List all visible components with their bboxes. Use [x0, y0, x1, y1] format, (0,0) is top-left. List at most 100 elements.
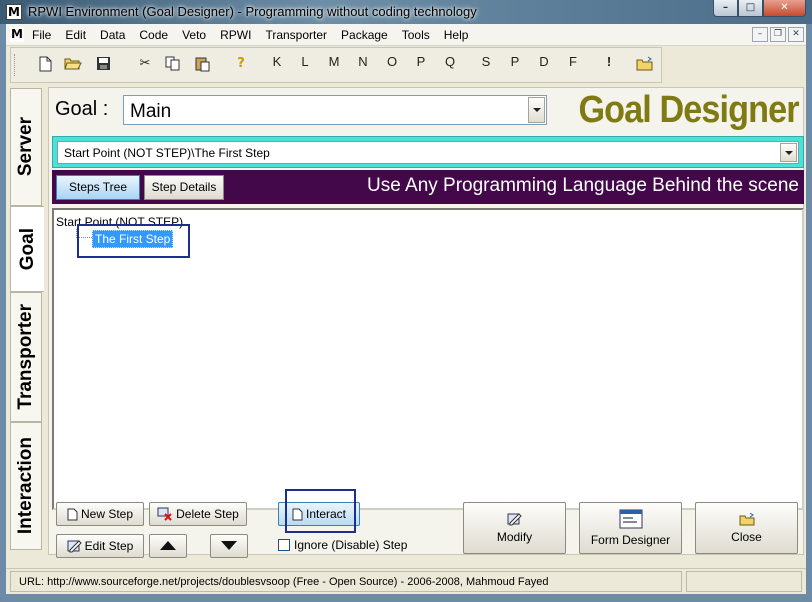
- menu-bar: M File Edit Data Code Veto RPWI Transpor…: [6, 24, 806, 46]
- path-bar: Start Point (NOT STEP)\The First Step: [52, 136, 804, 168]
- side-tab-goal-label: Goal: [16, 227, 38, 271]
- modify-icon: [507, 512, 522, 526]
- minimize-button[interactable]: –: [713, 0, 738, 17]
- status-bar: URL: http://www.sourceforge.net/projects…: [6, 568, 806, 594]
- new-step-label: New Step: [80, 507, 134, 521]
- mdi-restore-button[interactable]: ❐: [770, 27, 786, 42]
- side-tab-interaction[interactable]: Interaction: [10, 422, 42, 550]
- goal-dropdown-button[interactable]: [528, 97, 545, 123]
- status-text: URL: http://www.sourceforge.net/projects…: [19, 576, 549, 588]
- toolbar-letter-l[interactable]: L: [295, 54, 315, 74]
- side-tab-transporter-label: Transporter: [15, 304, 36, 410]
- form-designer-button[interactable]: Form Designer: [579, 502, 682, 554]
- new-step-button[interactable]: New Step: [56, 502, 144, 526]
- toolbar-grip[interactable]: [14, 54, 17, 76]
- copy-icon[interactable]: [163, 54, 183, 74]
- side-tab-server[interactable]: Server: [10, 88, 42, 206]
- help-icon[interactable]: ?: [231, 54, 251, 74]
- modify-label: Modify: [496, 530, 533, 544]
- maximize-button[interactable]: □: [738, 0, 763, 17]
- open-folder-icon[interactable]: [63, 54, 83, 74]
- tab-steps-tree[interactable]: Steps Tree: [56, 175, 140, 200]
- edit-step-button[interactable]: Edit Step: [56, 534, 144, 558]
- menu-help[interactable]: Help: [444, 28, 469, 42]
- toolbar-letter-o[interactable]: O: [382, 54, 402, 74]
- toolbar: ✂ ? K L M N O P Q S P D F !: [10, 47, 662, 83]
- close-window-button[interactable]: ✕: [763, 0, 806, 17]
- status-pane-secondary: [686, 571, 802, 592]
- toolbar-letter-f[interactable]: F: [563, 54, 583, 74]
- toolbar-letter-m[interactable]: M: [324, 54, 344, 74]
- tab-step-details[interactable]: Step Details: [144, 175, 224, 200]
- goal-label: Goal :: [55, 98, 109, 120]
- steps-tree[interactable]: Start Point (NOT STEP) The First Step: [52, 208, 804, 510]
- close-label: Close: [731, 529, 762, 544]
- toolbar-bang[interactable]: !: [599, 54, 619, 74]
- window-client: M File Edit Data Code Veto RPWI Transpor…: [6, 24, 806, 594]
- mdi-buttons: – ❐ ✕: [750, 27, 804, 42]
- move-down-button[interactable]: [210, 534, 248, 558]
- move-up-button[interactable]: [149, 534, 187, 558]
- toolbar-letter-n[interactable]: N: [353, 54, 373, 74]
- side-tab-server-label: Server: [15, 117, 36, 177]
- ignore-step-row[interactable]: Ignore (Disable) Step: [278, 538, 407, 552]
- open-folder-arrow-icon: [739, 512, 755, 526]
- menu-code[interactable]: Code: [139, 28, 168, 42]
- side-tab-transporter[interactable]: Transporter: [10, 292, 42, 422]
- toolbar-letter-s[interactable]: S: [476, 54, 496, 74]
- save-icon[interactable]: [93, 54, 113, 74]
- menu-app-icon[interactable]: M: [10, 27, 24, 42]
- open-folder-arrow-icon[interactable]: [635, 54, 655, 74]
- tagline: Use Any Programming Language Behind the …: [367, 175, 799, 196]
- menu-file[interactable]: File: [32, 28, 51, 42]
- form-designer-label: Form Designer: [590, 533, 671, 547]
- edit-icon: [67, 539, 82, 553]
- side-tab-interaction-label: Interaction: [15, 437, 36, 535]
- goal-designer-panel: Goal : Main Goal Designer Start Point (N…: [48, 87, 804, 555]
- chevron-down-icon: [784, 150, 793, 155]
- menu-veto[interactable]: Veto: [182, 28, 206, 42]
- chevron-down-icon: [532, 108, 541, 112]
- status-pane: URL: http://www.sourceforge.net/projects…: [10, 571, 682, 592]
- toolbar-letter-k[interactable]: K: [267, 54, 287, 74]
- window-title: RPWI Environment (Goal Designer) - Progr…: [28, 4, 477, 19]
- menu-rpwi[interactable]: RPWI: [220, 28, 251, 42]
- step-path-value: Start Point (NOT STEP)\The First Step: [64, 146, 270, 160]
- toolbar-letter-p2[interactable]: P: [505, 54, 525, 74]
- ignore-step-label: Ignore (Disable) Step: [294, 538, 408, 552]
- delete-step-button[interactable]: Delete Step: [149, 502, 247, 526]
- goal-select-value: Main: [130, 101, 172, 122]
- mdi-minimize-button[interactable]: –: [752, 27, 768, 42]
- goal-select[interactable]: Main: [123, 95, 547, 125]
- close-button[interactable]: Close: [695, 502, 798, 554]
- edit-step-label: Edit Step: [84, 539, 134, 553]
- menu-edit[interactable]: Edit: [65, 28, 86, 42]
- highlight-box: [285, 489, 356, 533]
- triangle-up-icon: [160, 539, 176, 553]
- menu-data[interactable]: Data: [100, 28, 125, 42]
- step-path-select[interactable]: Start Point (NOT STEP)\The First Step: [57, 141, 799, 164]
- menu-items: File Edit Data Code Veto RPWI Transporte…: [32, 28, 482, 42]
- title-bar: M RPWI Environment (Goal Designer) - Pro…: [0, 0, 812, 24]
- ignore-step-checkbox[interactable]: [278, 539, 290, 551]
- modify-button[interactable]: Modify: [463, 502, 566, 554]
- new-file-icon[interactable]: [35, 54, 55, 74]
- caption-buttons: – □ ✕: [713, 0, 806, 17]
- toolbar-letter-p[interactable]: P: [411, 54, 431, 74]
- mdi-close-button[interactable]: ✕: [788, 27, 804, 42]
- app-icon: M: [6, 4, 22, 20]
- menu-tools[interactable]: Tools: [402, 28, 430, 42]
- toolbar-letter-d[interactable]: D: [534, 54, 554, 74]
- triangle-down-icon: [221, 539, 237, 553]
- path-dropdown-button[interactable]: [780, 143, 797, 162]
- menu-transporter[interactable]: Transporter: [265, 28, 327, 42]
- toolbar-letter-q[interactable]: Q: [440, 54, 460, 74]
- paste-icon[interactable]: [193, 54, 213, 74]
- designer-title: Goal Designer: [578, 89, 800, 131]
- new-file-icon: [67, 508, 78, 521]
- cut-icon[interactable]: ✂: [135, 54, 155, 74]
- goal-row: Goal : Main Goal Designer: [49, 88, 803, 134]
- form-icon: [619, 509, 643, 529]
- side-tab-goal[interactable]: Goal: [10, 206, 44, 292]
- menu-package[interactable]: Package: [341, 28, 388, 42]
